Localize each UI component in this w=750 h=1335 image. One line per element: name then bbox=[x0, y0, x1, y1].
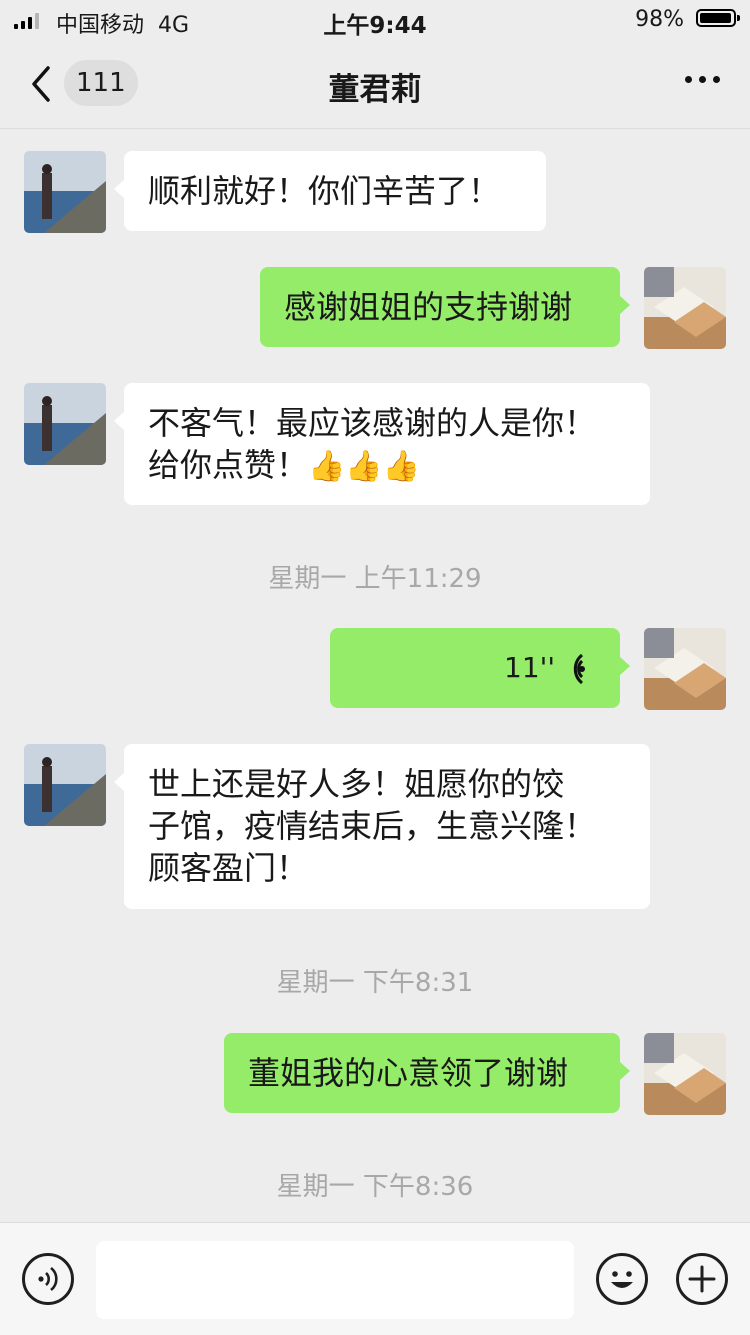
input-bar bbox=[0, 1222, 750, 1335]
message-text: 董姐我的心意领了谢谢 bbox=[248, 1054, 569, 1092]
my-avatar[interactable] bbox=[644, 267, 726, 349]
my-avatar[interactable] bbox=[644, 1033, 726, 1115]
message-bubble-outgoing[interactable]: 董姐我的心意领了谢谢 bbox=[224, 1033, 630, 1113]
chat-header: 111 董君莉 bbox=[0, 40, 750, 129]
message-text-line: 顾客盈门！ bbox=[148, 849, 309, 887]
chat-timestamp: 星期一 下午8:36 bbox=[276, 1172, 474, 1202]
more-button[interactable] bbox=[685, 76, 720, 83]
message-text-line: 不客气！最应该感谢的人是你！ bbox=[148, 404, 597, 442]
contact-avatar[interactable] bbox=[24, 744, 106, 826]
emoji-icon bbox=[611, 1271, 633, 1288]
voice-mode-icon bbox=[38, 1266, 58, 1292]
message-text-line: 给你点赞！ bbox=[148, 446, 309, 484]
message-bubble-incoming[interactable]: 不客气！最应该感谢的人是你！ 给你点赞！👍👍👍 bbox=[114, 383, 650, 505]
contact-avatar[interactable] bbox=[24, 151, 106, 233]
message-bubble-outgoing[interactable]: 感谢姐姐的支持谢谢 bbox=[260, 267, 630, 347]
battery-icon bbox=[696, 9, 740, 27]
message-text-line: 子馆，疫情结束后，生意兴隆！ bbox=[148, 807, 597, 845]
plus-icon bbox=[688, 1265, 716, 1293]
voice-waves-icon bbox=[573, 653, 585, 685]
emoji-button[interactable] bbox=[596, 1253, 648, 1305]
more-icon bbox=[685, 76, 692, 83]
message-text: 感谢姐姐的支持谢谢 bbox=[284, 288, 573, 326]
contact-avatar[interactable] bbox=[24, 383, 106, 465]
thumbs-up-emoji: 👍👍👍 bbox=[308, 449, 421, 484]
message-bubble-incoming[interactable]: 世上还是好人多！姐愿你的饺 子馆，疫情结束后，生意兴隆！ 顾客盈门！ bbox=[114, 744, 650, 909]
chat-timestamp: 星期一 上午11:29 bbox=[268, 564, 482, 594]
battery-percent: 98% bbox=[635, 7, 684, 32]
unread-count-badge[interactable]: 111 bbox=[64, 60, 138, 106]
back-arrow-icon bbox=[32, 66, 50, 102]
message-input[interactable] bbox=[96, 1241, 574, 1319]
my-avatar[interactable] bbox=[644, 628, 726, 710]
voice-message-bubble[interactable]: 11'' bbox=[330, 628, 630, 708]
voice-mode-button[interactable] bbox=[22, 1253, 74, 1305]
message-text: 顺利就好！你们辛苦了！ bbox=[148, 172, 501, 210]
message-bubble-incoming[interactable]: 顺利就好！你们辛苦了！ bbox=[114, 151, 546, 231]
voice-duration: 11'' bbox=[504, 651, 556, 684]
message-text-line: 世上还是好人多！姐愿你的饺 bbox=[148, 765, 565, 803]
more-functions-button[interactable] bbox=[676, 1253, 728, 1305]
back-button[interactable] bbox=[28, 64, 58, 104]
status-bar: 中国移动 4G 上午9:44 98% bbox=[0, 0, 750, 40]
chat-timestamp: 星期一 下午8:31 bbox=[276, 968, 474, 998]
